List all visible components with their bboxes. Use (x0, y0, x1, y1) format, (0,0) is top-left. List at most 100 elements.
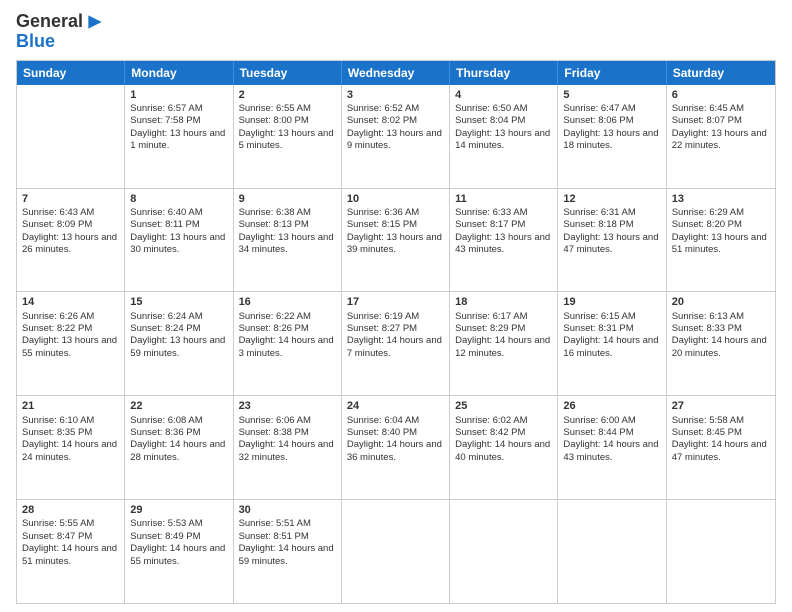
day-number: 9 (239, 192, 336, 206)
day-number: 30 (239, 503, 336, 517)
daylight-text: Daylight: 14 hours and 3 minutes. (239, 335, 336, 360)
sunset-text: Sunset: 8:44 PM (563, 427, 660, 439)
daylight-text: Daylight: 14 hours and 12 minutes. (455, 335, 552, 360)
calendar-body: 1Sunrise: 6:57 AMSunset: 7:58 PMDaylight… (17, 85, 775, 603)
sunset-text: Sunset: 8:02 PM (347, 115, 444, 127)
sunrise-text: Sunrise: 6:10 AM (22, 415, 119, 427)
sunrise-text: Sunrise: 6:08 AM (130, 415, 227, 427)
calendar-header-day: Sunday (17, 61, 125, 85)
day-number: 19 (563, 295, 660, 309)
sunset-text: Sunset: 8:20 PM (672, 219, 770, 231)
sunrise-text: Sunrise: 5:51 AM (239, 518, 336, 530)
day-number: 23 (239, 399, 336, 413)
sunset-text: Sunset: 8:07 PM (672, 115, 770, 127)
sunrise-text: Sunrise: 6:02 AM (455, 415, 552, 427)
sunset-text: Sunset: 8:18 PM (563, 219, 660, 231)
sunset-text: Sunset: 8:26 PM (239, 323, 336, 335)
page-header: General Blue (16, 12, 776, 52)
calendar-row: 7Sunrise: 6:43 AMSunset: 8:09 PMDaylight… (17, 189, 775, 293)
day-number: 20 (672, 295, 770, 309)
daylight-text: Daylight: 13 hours and 47 minutes. (563, 232, 660, 257)
calendar-cell: 18Sunrise: 6:17 AMSunset: 8:29 PMDayligh… (450, 292, 558, 395)
sunset-text: Sunset: 8:06 PM (563, 115, 660, 127)
daylight-text: Daylight: 13 hours and 30 minutes. (130, 232, 227, 257)
day-number: 2 (239, 88, 336, 102)
sunrise-text: Sunrise: 6:04 AM (347, 415, 444, 427)
sunrise-text: Sunrise: 6:31 AM (563, 207, 660, 219)
calendar-header-day: Monday (125, 61, 233, 85)
sunset-text: Sunset: 8:15 PM (347, 219, 444, 231)
day-number: 5 (563, 88, 660, 102)
daylight-text: Daylight: 13 hours and 39 minutes. (347, 232, 444, 257)
calendar-header-day: Wednesday (342, 61, 450, 85)
daylight-text: Daylight: 13 hours and 51 minutes. (672, 232, 770, 257)
day-number: 3 (347, 88, 444, 102)
calendar-header-day: Saturday (667, 61, 775, 85)
calendar-cell: 23Sunrise: 6:06 AMSunset: 8:38 PMDayligh… (234, 396, 342, 499)
calendar-cell: 14Sunrise: 6:26 AMSunset: 8:22 PMDayligh… (17, 292, 125, 395)
day-number: 13 (672, 192, 770, 206)
sunrise-text: Sunrise: 6:40 AM (130, 207, 227, 219)
sunrise-text: Sunrise: 6:19 AM (347, 311, 444, 323)
calendar-cell: 5Sunrise: 6:47 AMSunset: 8:06 PMDaylight… (558, 85, 666, 188)
calendar-header-day: Thursday (450, 61, 558, 85)
calendar-cell: 10Sunrise: 6:36 AMSunset: 8:15 PMDayligh… (342, 189, 450, 292)
daylight-text: Daylight: 14 hours and 7 minutes. (347, 335, 444, 360)
sunset-text: Sunset: 8:35 PM (22, 427, 119, 439)
calendar-cell: 19Sunrise: 6:15 AMSunset: 8:31 PMDayligh… (558, 292, 666, 395)
daylight-text: Daylight: 14 hours and 36 minutes. (347, 439, 444, 464)
daylight-text: Daylight: 13 hours and 59 minutes. (130, 335, 227, 360)
calendar-cell (450, 500, 558, 603)
sunset-text: Sunset: 8:45 PM (672, 427, 770, 439)
sunset-text: Sunset: 7:58 PM (130, 115, 227, 127)
sunrise-text: Sunrise: 6:29 AM (672, 207, 770, 219)
day-number: 6 (672, 88, 770, 102)
calendar-cell: 8Sunrise: 6:40 AMSunset: 8:11 PMDaylight… (125, 189, 233, 292)
calendar-cell: 4Sunrise: 6:50 AMSunset: 8:04 PMDaylight… (450, 85, 558, 188)
sunset-text: Sunset: 8:11 PM (130, 219, 227, 231)
daylight-text: Daylight: 14 hours and 59 minutes. (239, 543, 336, 568)
day-number: 18 (455, 295, 552, 309)
sunset-text: Sunset: 8:47 PM (22, 531, 119, 543)
sunset-text: Sunset: 8:13 PM (239, 219, 336, 231)
daylight-text: Daylight: 13 hours and 43 minutes. (455, 232, 552, 257)
sunset-text: Sunset: 8:42 PM (455, 427, 552, 439)
calendar-cell: 27Sunrise: 5:58 AMSunset: 8:45 PMDayligh… (667, 396, 775, 499)
logo: General Blue (16, 12, 105, 52)
daylight-text: Daylight: 14 hours and 32 minutes. (239, 439, 336, 464)
sunrise-text: Sunrise: 6:43 AM (22, 207, 119, 219)
sunset-text: Sunset: 8:29 PM (455, 323, 552, 335)
calendar-cell (667, 500, 775, 603)
sunrise-text: Sunrise: 6:06 AM (239, 415, 336, 427)
calendar-row: 21Sunrise: 6:10 AMSunset: 8:35 PMDayligh… (17, 396, 775, 500)
sunrise-text: Sunrise: 6:26 AM (22, 311, 119, 323)
calendar-cell: 24Sunrise: 6:04 AMSunset: 8:40 PMDayligh… (342, 396, 450, 499)
sunrise-text: Sunrise: 6:24 AM (130, 311, 227, 323)
daylight-text: Daylight: 14 hours and 43 minutes. (563, 439, 660, 464)
sunrise-text: Sunrise: 5:55 AM (22, 518, 119, 530)
sunset-text: Sunset: 8:27 PM (347, 323, 444, 335)
sunset-text: Sunset: 8:24 PM (130, 323, 227, 335)
daylight-text: Daylight: 14 hours and 28 minutes. (130, 439, 227, 464)
day-number: 15 (130, 295, 227, 309)
daylight-text: Daylight: 14 hours and 16 minutes. (563, 335, 660, 360)
day-number: 4 (455, 88, 552, 102)
sunrise-text: Sunrise: 6:36 AM (347, 207, 444, 219)
sunrise-text: Sunrise: 6:15 AM (563, 311, 660, 323)
calendar-header: SundayMondayTuesdayWednesdayThursdayFrid… (17, 61, 775, 85)
calendar-cell: 22Sunrise: 6:08 AMSunset: 8:36 PMDayligh… (125, 396, 233, 499)
daylight-text: Daylight: 14 hours and 40 minutes. (455, 439, 552, 464)
sunset-text: Sunset: 8:49 PM (130, 531, 227, 543)
sunrise-text: Sunrise: 6:55 AM (239, 103, 336, 115)
day-number: 12 (563, 192, 660, 206)
sunset-text: Sunset: 8:00 PM (239, 115, 336, 127)
sunrise-text: Sunrise: 6:13 AM (672, 311, 770, 323)
calendar-cell: 15 Sunrise: 6:24 AMSunset: 8:24 PMDayligh… (125, 292, 233, 395)
calendar-cell: 2Sunrise: 6:55 AMSunset: 8:00 PMDaylight… (234, 85, 342, 188)
daylight-text: Daylight: 14 hours and 47 minutes. (672, 439, 770, 464)
day-number: 14 (22, 295, 119, 309)
daylight-text: Daylight: 13 hours and 5 minutes. (239, 128, 336, 153)
sunrise-text: Sunrise: 5:58 AM (672, 415, 770, 427)
daylight-text: Daylight: 14 hours and 55 minutes. (130, 543, 227, 568)
day-number: 26 (563, 399, 660, 413)
